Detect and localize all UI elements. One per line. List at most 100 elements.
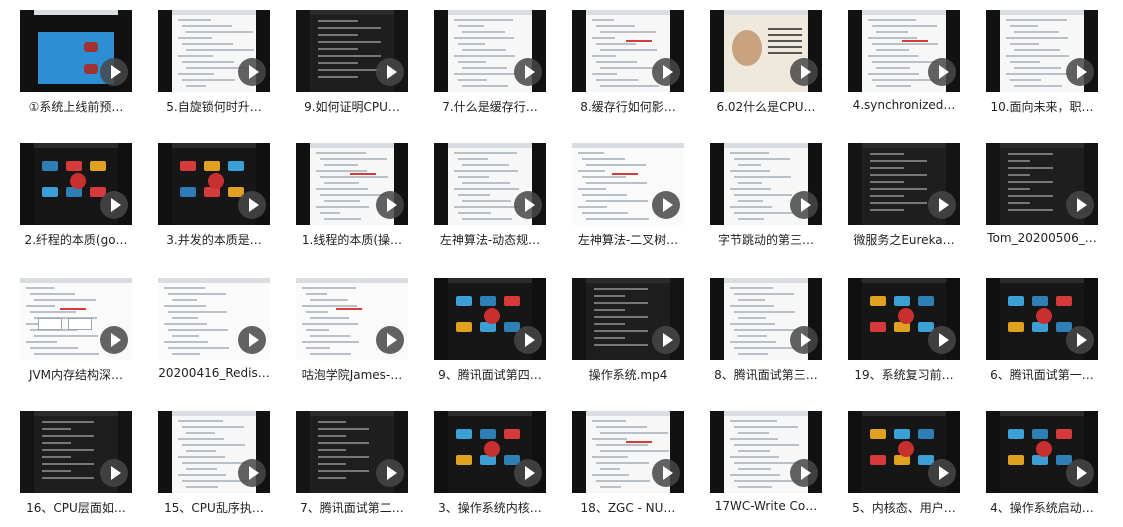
video-item[interactable]: Tom_20200506_… — [973, 133, 1111, 257]
video-item[interactable]: 10.面向未来，职… — [973, 0, 1111, 124]
video-item[interactable]: 5、内核态、用户… — [835, 401, 973, 525]
play-icon[interactable] — [376, 58, 404, 86]
video-thumbnail[interactable] — [572, 143, 684, 225]
play-icon[interactable] — [100, 58, 128, 86]
video-item[interactable]: 19、系统复习前… — [835, 268, 973, 392]
play-icon[interactable] — [238, 326, 266, 354]
video-thumbnail[interactable] — [434, 143, 546, 225]
video-thumbnail[interactable] — [158, 411, 270, 493]
video-thumbnail[interactable] — [20, 411, 132, 493]
play-icon[interactable] — [238, 459, 266, 487]
video-thumbnail[interactable] — [20, 143, 132, 225]
video-item[interactable]: 7、腾讯面试第二… — [283, 401, 421, 525]
video-item[interactable]: 18、ZGC - NU… — [559, 401, 697, 525]
video-thumbnail[interactable] — [296, 278, 408, 360]
video-item[interactable]: 字节跳动的第三… — [697, 133, 835, 257]
video-item[interactable]: 咕泡学院James-… — [283, 268, 421, 392]
video-thumbnail[interactable] — [158, 278, 270, 360]
video-thumbnail[interactable] — [434, 411, 546, 493]
play-icon[interactable] — [514, 191, 542, 219]
video-thumbnail[interactable] — [296, 10, 408, 92]
video-thumbnail[interactable] — [20, 10, 132, 92]
video-title: 9、腾讯面试第四… — [438, 368, 542, 382]
video-thumbnail[interactable] — [296, 143, 408, 225]
play-icon[interactable] — [1066, 58, 1094, 86]
video-item[interactable]: 7.什么是缓存行… — [421, 0, 559, 124]
video-item[interactable]: 左神算法-动态规… — [421, 133, 559, 257]
play-icon[interactable] — [514, 326, 542, 354]
video-item[interactable]: 5.自旋锁何时升… — [145, 0, 283, 124]
video-item[interactable]: 操作系统.mp4 — [559, 268, 697, 392]
video-thumbnail[interactable] — [986, 411, 1098, 493]
video-thumbnail[interactable] — [296, 411, 408, 493]
video-item[interactable]: 4、操作系统启动… — [973, 401, 1111, 525]
play-icon[interactable] — [100, 326, 128, 354]
video-thumbnail[interactable] — [572, 278, 684, 360]
video-thumbnail[interactable] — [434, 10, 546, 92]
video-item[interactable]: JVM内存结构深… — [7, 268, 145, 392]
video-thumbnail[interactable] — [986, 10, 1098, 92]
play-icon[interactable] — [652, 58, 680, 86]
video-title: 字节跳动的第三… — [717, 233, 814, 247]
play-icon[interactable] — [652, 459, 680, 487]
video-item[interactable]: 20200416_Redis… — [145, 268, 283, 392]
video-thumbnail[interactable] — [848, 10, 960, 92]
play-icon[interactable] — [238, 58, 266, 86]
video-thumbnail[interactable] — [158, 143, 270, 225]
video-title: 4.synchronized… — [852, 98, 956, 112]
video-thumbnail[interactable] — [158, 10, 270, 92]
video-thumbnail[interactable] — [20, 278, 132, 360]
video-thumbnail[interactable] — [710, 411, 822, 493]
video-thumbnail[interactable] — [710, 143, 822, 225]
video-item[interactable]: 17WC-Write Co… — [697, 401, 835, 525]
video-title: 4、操作系统启动… — [990, 501, 1094, 515]
video-item[interactable]: ①系统上线前预… — [7, 0, 145, 124]
play-icon[interactable] — [928, 191, 956, 219]
play-icon[interactable] — [1066, 191, 1094, 219]
video-item[interactable]: 6.02什么是CPU… — [697, 0, 835, 124]
play-icon[interactable] — [100, 459, 128, 487]
play-icon[interactable] — [514, 459, 542, 487]
play-icon[interactable] — [790, 326, 818, 354]
video-item[interactable]: 左神算法-二叉树… — [559, 133, 697, 257]
play-icon[interactable] — [790, 58, 818, 86]
play-icon[interactable] — [790, 191, 818, 219]
play-icon[interactable] — [1066, 326, 1094, 354]
video-item[interactable]: 3.并发的本质是… — [145, 133, 283, 257]
video-thumbnail[interactable] — [710, 278, 822, 360]
video-thumbnail[interactable] — [434, 278, 546, 360]
play-icon[interactable] — [1066, 459, 1094, 487]
video-thumbnail[interactable] — [572, 411, 684, 493]
play-icon[interactable] — [928, 58, 956, 86]
play-icon[interactable] — [790, 459, 818, 487]
video-item[interactable]: 4.synchronized… — [835, 0, 973, 124]
video-item[interactable]: 9.如何证明CPU… — [283, 0, 421, 124]
video-item[interactable]: 1.线程的本质(操… — [283, 133, 421, 257]
play-icon[interactable] — [238, 191, 266, 219]
video-thumbnail[interactable] — [848, 143, 960, 225]
video-thumbnail[interactable] — [572, 10, 684, 92]
play-icon[interactable] — [376, 326, 404, 354]
video-thumbnail[interactable] — [986, 143, 1098, 225]
play-icon[interactable] — [514, 58, 542, 86]
play-icon[interactable] — [928, 459, 956, 487]
video-item[interactable]: 8、腾讯面试第三… — [697, 268, 835, 392]
video-item[interactable]: 15、CPU乱序执… — [145, 401, 283, 525]
video-item[interactable]: 微服务之Eureka… — [835, 133, 973, 257]
video-item[interactable]: 8.缓存行如何影… — [559, 0, 697, 124]
play-icon[interactable] — [928, 326, 956, 354]
video-item[interactable]: 9、腾讯面试第四… — [421, 268, 559, 392]
video-item[interactable]: 3、操作系统内核… — [421, 401, 559, 525]
video-item[interactable]: 6、腾讯面试第一… — [973, 268, 1111, 392]
video-thumbnail[interactable] — [710, 10, 822, 92]
video-thumbnail[interactable] — [986, 278, 1098, 360]
video-thumbnail[interactable] — [848, 411, 960, 493]
play-icon[interactable] — [100, 191, 128, 219]
video-item[interactable]: 16、CPU层面如… — [7, 401, 145, 525]
play-icon[interactable] — [376, 191, 404, 219]
play-icon[interactable] — [376, 459, 404, 487]
play-icon[interactable] — [652, 191, 680, 219]
video-item[interactable]: 2.纤程的本质(go… — [7, 133, 145, 257]
video-thumbnail[interactable] — [848, 278, 960, 360]
play-icon[interactable] — [652, 326, 680, 354]
